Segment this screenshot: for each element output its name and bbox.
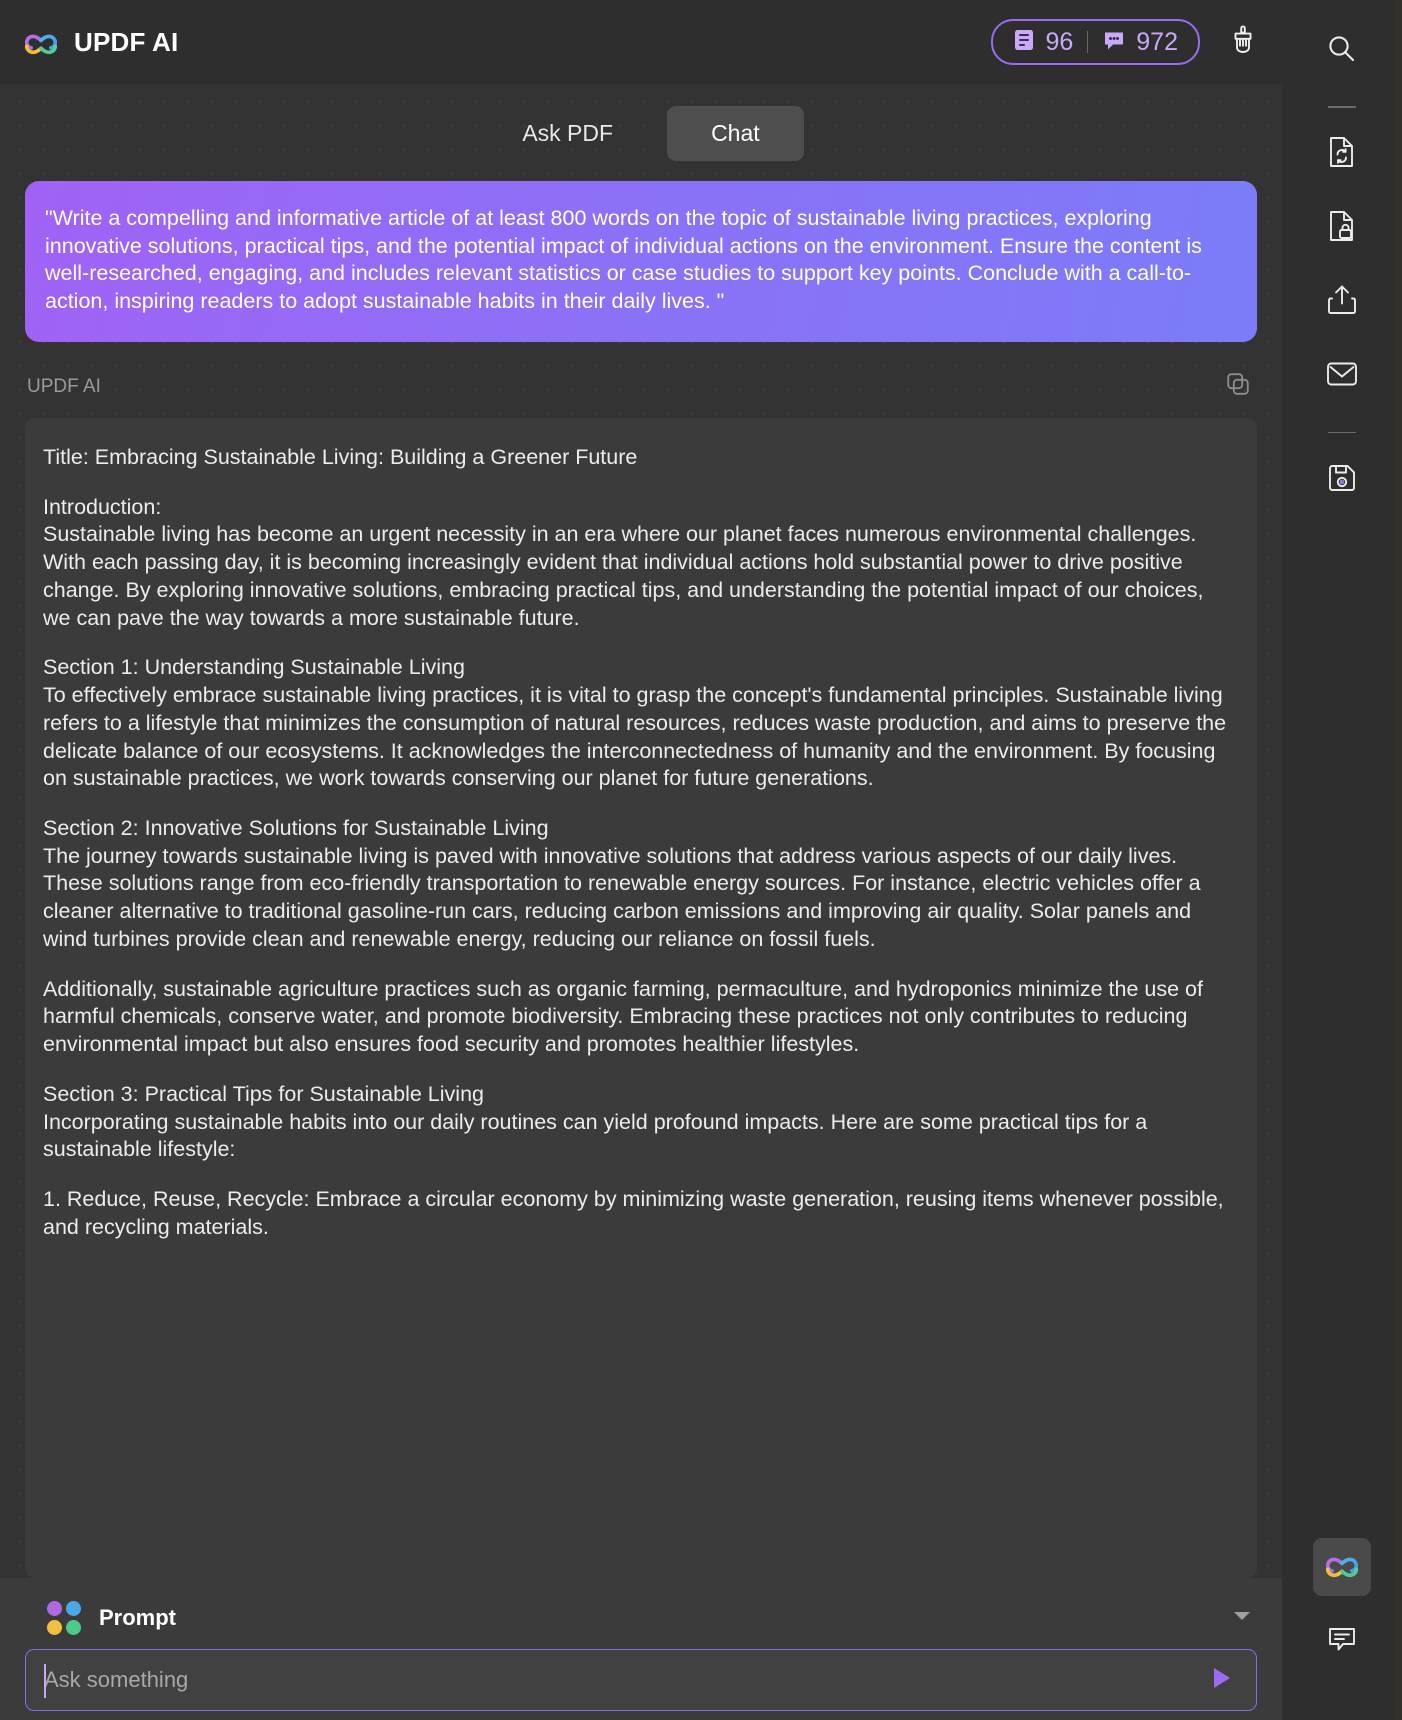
send-icon xyxy=(1208,1665,1234,1696)
four-dots-icon xyxy=(47,1601,81,1635)
copy-answer-button[interactable] xyxy=(1221,370,1255,404)
counts-badge[interactable]: 96 972 xyxy=(991,19,1200,65)
mode-tabs: Ask PDF Chat xyxy=(0,84,1282,181)
answer-paragraph: Section 2: Innovative Solutions for Sust… xyxy=(43,816,1201,951)
share-icon xyxy=(1326,283,1358,322)
messages-count: 972 xyxy=(1136,27,1178,56)
main-panel: UPDF AI 96 972 Ask PDF Chat "Write a com… xyxy=(0,0,1282,1720)
app-header: UPDF AI 96 972 xyxy=(0,0,1282,84)
prompt-label: Prompt xyxy=(99,1605,176,1630)
assistant-label: UPDF AI xyxy=(27,375,101,397)
user-message-bubble: "Write a compelling and informative arti… xyxy=(25,181,1257,342)
chat-content: Ask PDF Chat "Write a compelling and inf… xyxy=(0,84,1282,1720)
search-icon xyxy=(1325,32,1359,71)
share-icon-button[interactable] xyxy=(1313,274,1371,332)
assistant-message-header: UPDF AI xyxy=(25,370,1257,404)
window-edge-strip xyxy=(1394,0,1402,1720)
answer-paragraph: Section 1: Understanding Sustainable Liv… xyxy=(43,655,1227,791)
toolbar-bottom-group xyxy=(1313,1538,1371,1720)
updf-ai-chat-window: UPDF AI 96 972 Ask PDF Chat "Write a com… xyxy=(0,0,1402,1720)
convert-document-icon-button[interactable] xyxy=(1313,126,1371,184)
brush-icon xyxy=(1229,24,1257,60)
clear-chat-button[interactable] xyxy=(1226,24,1260,60)
email-icon xyxy=(1325,359,1359,394)
answer-paragraph: Introduction: Sustainable living has bec… xyxy=(43,494,1204,630)
messages-count-item: 972 xyxy=(1102,28,1178,57)
comment-icon-button[interactable] xyxy=(1313,1612,1371,1670)
send-button[interactable] xyxy=(1204,1663,1238,1697)
email-icon-button[interactable] xyxy=(1313,348,1371,406)
chat-bubble-icon xyxy=(1102,28,1126,57)
badge-divider xyxy=(1087,31,1089,53)
toolbar-divider-2 xyxy=(1328,431,1356,434)
answer-paragraph: Additionally, sustainable agriculture pr… xyxy=(43,976,1209,1057)
assistant-message-card: Title: Embracing Sustainable Living: Bui… xyxy=(25,417,1257,1578)
brand: UPDF AI xyxy=(22,23,178,61)
updf-clover-logo-icon xyxy=(22,23,60,61)
save-icon-button[interactable] xyxy=(1313,451,1371,509)
toolbar-divider-1 xyxy=(1328,106,1356,108)
protect-document-icon xyxy=(1326,209,1358,248)
pages-count-item: 96 xyxy=(1013,28,1073,57)
save-icon xyxy=(1326,462,1358,499)
search-input[interactable] xyxy=(44,1667,1204,1693)
pages-count: 96 xyxy=(1045,27,1074,56)
composer: Prompt xyxy=(0,1578,1282,1720)
copy-icon xyxy=(1225,371,1251,402)
search-icon-button[interactable] xyxy=(1313,22,1371,80)
tab-ask-pdf[interactable]: Ask PDF xyxy=(478,106,657,161)
header-actions: 96 972 xyxy=(991,19,1260,65)
comment-icon xyxy=(1326,1623,1358,1660)
prompt-row[interactable]: Prompt xyxy=(0,1587,1282,1649)
right-toolbar xyxy=(1282,0,1402,1720)
text-caret xyxy=(44,1664,46,1698)
updf-clover-logo-icon xyxy=(1323,1546,1361,1589)
input-row xyxy=(0,1649,1282,1711)
convert-document-icon xyxy=(1326,135,1358,174)
answer-paragraph: Title: Embracing Sustainable Living: Bui… xyxy=(43,444,638,469)
chat-thread: "Write a compelling and informative arti… xyxy=(0,181,1282,1578)
protect-document-icon-button[interactable] xyxy=(1313,200,1371,258)
ask-input-wrapper[interactable] xyxy=(25,1649,1257,1711)
prompt-expand-button[interactable] xyxy=(1227,1603,1257,1633)
document-pages-icon xyxy=(1013,28,1035,57)
answer-paragraph: Section 3: Practical Tips for Sustainabl… xyxy=(43,1081,1148,1162)
app-title: UPDF AI xyxy=(74,26,179,57)
updf-ai-icon-button[interactable] xyxy=(1313,1538,1371,1596)
chevron-down-icon xyxy=(1233,1609,1251,1627)
answer-paragraph: 1. Reduce, Reuse, Recycle: Embrace a cir… xyxy=(43,1187,1230,1239)
tab-chat[interactable]: Chat xyxy=(667,106,804,161)
